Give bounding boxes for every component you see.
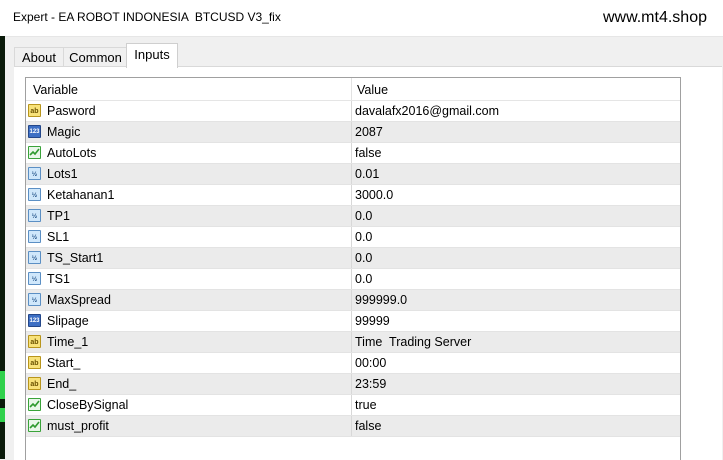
table-row[interactable]: AutoLots false: [26, 143, 680, 164]
table-row[interactable]: ½ MaxSpread 999999.0: [26, 290, 680, 311]
chart-candle: [0, 408, 5, 422]
variable-value[interactable]: 0.0: [355, 272, 372, 286]
inputs-grid: Variable Value ab Pasword davalafx2016@gma…: [25, 77, 681, 460]
cell-divider: [351, 101, 352, 122]
tab-common[interactable]: Common: [63, 47, 128, 68]
variable-value[interactable]: false: [355, 419, 381, 433]
variable-value[interactable]: davalafx2016@gmail.com: [355, 104, 499, 118]
grid-header: Variable Value: [26, 78, 680, 101]
boolean-icon: [28, 398, 41, 411]
integer-icon: 123: [28, 314, 41, 327]
table-row[interactable]: CloseBySignal true: [26, 395, 680, 416]
cell-divider: [351, 248, 352, 269]
table-row[interactable]: ½ SL1 0.0: [26, 227, 680, 248]
tab-inputs[interactable]: Inputs: [126, 43, 178, 68]
variable-name: MaxSpread: [47, 293, 111, 307]
cell-divider: [351, 416, 352, 437]
variable-value[interactable]: Time Trading Server: [355, 335, 471, 349]
table-row[interactable]: ½ TP1 0.0: [26, 206, 680, 227]
variable-value[interactable]: 00:00: [355, 356, 386, 370]
cell-divider: [351, 185, 352, 206]
cell-divider: [351, 374, 352, 395]
variable-value[interactable]: 999999.0: [355, 293, 407, 307]
variable-name: Start_: [47, 356, 81, 370]
variable-name: SL1: [47, 230, 70, 244]
table-row[interactable]: ab End_ 23:59: [26, 374, 680, 395]
title-bar: Expert - EA ROBOT INDONESIA BTCUSD V3_fi…: [0, 0, 723, 37]
double-icon: ½: [28, 251, 41, 264]
double-icon: ½: [28, 188, 41, 201]
chart-edge-strip: [0, 36, 5, 459]
variable-name: End_: [47, 377, 77, 391]
table-row[interactable]: ½ TS1 0.0: [26, 269, 680, 290]
variable-name: must_profit: [47, 419, 109, 433]
variable-name: AutoLots: [47, 146, 97, 160]
variable-value[interactable]: false: [355, 146, 381, 160]
string-icon: ab: [28, 104, 41, 117]
cell-divider: [351, 143, 352, 164]
double-icon: ½: [28, 209, 41, 222]
variable-value[interactable]: 0.0: [355, 209, 372, 223]
watermark-text: www.mt4.shop: [602, 9, 707, 26]
variable-value[interactable]: 2087: [355, 125, 383, 139]
variable-name: Time_1: [47, 335, 89, 349]
variable-value[interactable]: 0.0: [355, 230, 372, 244]
variable-name: Ketahanan1: [47, 188, 115, 202]
boolean-icon: [28, 419, 41, 432]
double-icon: ½: [28, 230, 41, 243]
cell-divider: [351, 353, 352, 374]
tab-about[interactable]: About: [14, 47, 64, 68]
variable-name: Magic: [47, 125, 81, 139]
variable-value[interactable]: 23:59: [355, 377, 386, 391]
variable-name: CloseBySignal: [47, 398, 129, 412]
column-header-value[interactable]: Value: [357, 83, 388, 97]
variable-name: TS1: [47, 272, 70, 286]
table-row[interactable]: ½ Ketahanan1 3000.0: [26, 185, 680, 206]
cell-divider: [351, 206, 352, 227]
cell-divider: [351, 164, 352, 185]
column-header-variable[interactable]: Variable: [33, 83, 78, 97]
table-row[interactable]: ab Time_1 Time Trading Server: [26, 332, 680, 353]
variable-name: Pasword: [47, 104, 96, 118]
table-row[interactable]: ½ Lots1 0.01: [26, 164, 680, 185]
cell-divider: [351, 311, 352, 332]
table-row[interactable]: must_profit false: [26, 416, 680, 437]
column-separator[interactable]: [351, 78, 352, 100]
table-row[interactable]: ab Start_ 00:00: [26, 353, 680, 374]
row-rule: [26, 436, 680, 437]
cell-divider: [351, 290, 352, 311]
chart-candle: [0, 371, 5, 399]
variable-value[interactable]: 0.0: [355, 251, 372, 265]
variable-name: TP1: [47, 209, 70, 223]
variable-name: Lots1: [47, 167, 78, 181]
table-row[interactable]: ½ TS_Start1 0.0: [26, 248, 680, 269]
double-icon: ½: [28, 272, 41, 285]
cell-divider: [351, 332, 352, 353]
variable-value[interactable]: true: [355, 398, 377, 412]
string-icon: ab: [28, 335, 41, 348]
cell-divider: [351, 269, 352, 290]
cell-divider: [351, 395, 352, 416]
variable-name: TS_Start1: [47, 251, 104, 265]
variable-value[interactable]: 3000.0: [355, 188, 393, 202]
cell-divider: [351, 227, 352, 248]
cell-divider: [351, 122, 352, 143]
boolean-icon: [28, 146, 41, 159]
string-icon: ab: [28, 356, 41, 369]
double-icon: ½: [28, 293, 41, 306]
table-row[interactable]: ab Pasword davalafx2016@gmail.com: [26, 101, 680, 122]
double-icon: ½: [28, 167, 41, 180]
variable-value[interactable]: 0.01: [355, 167, 379, 181]
variable-value[interactable]: 99999: [355, 314, 390, 328]
table-row[interactable]: 123 Slipage 99999: [26, 311, 680, 332]
variable-name: Slipage: [47, 314, 89, 328]
table-row[interactable]: 123 Magic 2087: [26, 122, 680, 143]
window-title: Expert - EA ROBOT INDONESIA BTCUSD V3_fi…: [13, 10, 281, 24]
string-icon: ab: [28, 377, 41, 390]
integer-icon: 123: [28, 125, 41, 138]
